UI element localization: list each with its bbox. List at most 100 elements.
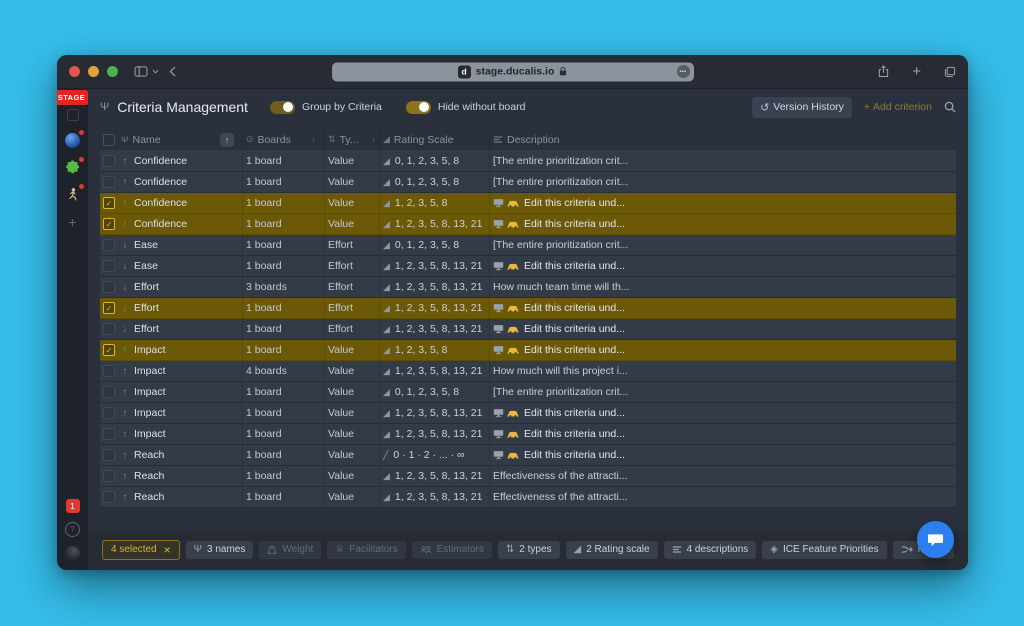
- table-row[interactable]: ✓ ↑ Confidence 1 board Value ◢ 1, 2, 3, …: [100, 193, 956, 214]
- table-row[interactable]: ↑ Reach 1 board Value ╱ 0 · 1 · 2 · ... …: [100, 445, 956, 466]
- minimize-window-button[interactable]: [88, 66, 99, 77]
- rating-scale-values: 1, 2, 3, 5, 8, 13, 21: [395, 260, 483, 272]
- table-row[interactable]: ↑ Impact 1 board Value ◢ 1, 2, 3, 5, 8, …: [100, 424, 956, 445]
- notification-count-badge[interactable]: 1: [66, 499, 80, 513]
- table-row[interactable]: ↓ Effort 3 boards Effort ◢ 1, 2, 3, 5, 8…: [100, 277, 956, 298]
- address-bar[interactable]: d stage.ducalis.io •••: [332, 62, 694, 81]
- criterion-name[interactable]: Confidence: [134, 155, 187, 167]
- row-checkbox[interactable]: [103, 155, 115, 167]
- boards-count: 1 board: [246, 323, 282, 335]
- row-checkbox[interactable]: ✓: [103, 197, 115, 209]
- criterion-name[interactable]: Ease: [134, 260, 158, 272]
- table-row[interactable]: ↓ Ease 1 board Effort ◢ 0, 1, 2, 3, 5, 8…: [100, 235, 956, 256]
- chip-3-names[interactable]: Ψ 3 names: [186, 541, 254, 559]
- chip-2-rating-scale[interactable]: ◢ 2 Rating scale: [566, 541, 658, 559]
- criterion-name[interactable]: Reach: [134, 449, 164, 461]
- criterion-name[interactable]: Effort: [134, 281, 159, 293]
- workspace-item-runner[interactable]: [65, 186, 81, 202]
- row-checkbox[interactable]: [103, 386, 115, 398]
- chip-4-selected[interactable]: 4 selected ×: [102, 540, 180, 560]
- row-checkbox[interactable]: [103, 260, 115, 272]
- user-avatar[interactable]: [65, 546, 80, 561]
- add-criterion-button[interactable]: + Add criterion: [864, 101, 932, 113]
- table-row[interactable]: ↑ Impact 1 board Value ◢ 1, 2, 3, 5, 8, …: [100, 403, 956, 424]
- table-row[interactable]: ↑ Confidence 1 board Value ◢ 0, 1, 2, 3,…: [100, 172, 956, 193]
- criterion-name[interactable]: Reach: [134, 470, 164, 482]
- column-header-type[interactable]: ⇅ Ty... ↑: [325, 129, 380, 150]
- row-checkbox[interactable]: [103, 176, 115, 188]
- chip-4-descriptions[interactable]: 4 descriptions: [664, 541, 757, 559]
- row-checkbox[interactable]: ✓: [103, 218, 115, 230]
- criterion-name[interactable]: Confidence: [134, 176, 187, 188]
- add-workspace-button[interactable]: +: [68, 214, 76, 230]
- chat-launcher-button[interactable]: [917, 521, 954, 558]
- row-checkbox[interactable]: [103, 449, 115, 461]
- table-row[interactable]: ✓ ↑ Impact 1 board Value ◢ 1, 2, 3, 5, 8…: [100, 340, 956, 361]
- table-row[interactable]: ↑ Reach 1 board Value ◢ 1, 2, 3, 5, 8, 1…: [100, 466, 956, 487]
- criterion-name[interactable]: Impact: [134, 407, 166, 419]
- weight-icon: [267, 544, 277, 555]
- help-button[interactable]: ?: [65, 522, 80, 537]
- sidebar-toggle-icon[interactable]: [134, 66, 148, 77]
- criterion-name[interactable]: Impact: [134, 386, 166, 398]
- chip-ice-feature-priorities[interactable]: ◈ ICE Feature Priorities: [762, 541, 886, 559]
- description-emoji-icons: [493, 408, 519, 418]
- close-window-button[interactable]: [69, 66, 80, 77]
- row-checkbox[interactable]: [103, 428, 115, 440]
- row-checkbox[interactable]: [103, 491, 115, 503]
- chip-estimators[interactable]: Estimators: [412, 541, 492, 559]
- sort-icon[interactable]: ↑: [312, 135, 317, 145]
- chip-facilitators[interactable]: ♕ Facilitators: [327, 541, 405, 559]
- search-icon[interactable]: [944, 101, 956, 113]
- table-row[interactable]: ↑ Confidence 1 board Value ◢ 0, 1, 2, 3,…: [100, 151, 956, 172]
- criterion-name[interactable]: Impact: [134, 344, 166, 356]
- criterion-name[interactable]: Confidence: [134, 218, 187, 230]
- share-icon[interactable]: [878, 65, 889, 78]
- workspace-item-blue[interactable]: [65, 132, 81, 148]
- column-header-name[interactable]: Ψ Name ↑: [118, 129, 243, 150]
- chip-2-types[interactable]: ⇅ 2 types: [498, 541, 560, 559]
- hide-without-board-toggle[interactable]: Hide without board: [406, 101, 526, 114]
- version-history-button[interactable]: ↺ Version History: [752, 97, 852, 118]
- column-header-description[interactable]: Description: [490, 129, 956, 150]
- criterion-name[interactable]: Effort: [134, 302, 159, 314]
- zoom-window-button[interactable]: [107, 66, 118, 77]
- row-checkbox[interactable]: [103, 365, 115, 377]
- criterion-name[interactable]: Impact: [134, 365, 166, 377]
- group-by-criteria-toggle[interactable]: Group by Criteria: [270, 101, 382, 114]
- table-row[interactable]: ↓ Ease 1 board Effort ◢ 1, 2, 3, 5, 8, 1…: [100, 256, 956, 277]
- page-options-icon[interactable]: •••: [677, 65, 690, 78]
- workspace-placeholder-icon[interactable]: [67, 109, 79, 121]
- chip-weight[interactable]: Weight: [259, 541, 321, 559]
- row-checkbox[interactable]: ✓: [103, 302, 115, 314]
- criterion-name[interactable]: Impact: [134, 428, 166, 440]
- sort-icon[interactable]: ↑: [372, 135, 377, 145]
- new-tab-button[interactable]: +: [912, 64, 921, 79]
- criterion-name[interactable]: Confidence: [134, 197, 187, 209]
- row-checkbox[interactable]: [103, 407, 115, 419]
- table-row[interactable]: ↑ Impact 4 boards Value ◢ 1, 2, 3, 5, 8,…: [100, 361, 956, 382]
- table-row[interactable]: ✓ ↓ Effort 1 board Effort ◢ 1, 2, 3, 5, …: [100, 298, 956, 319]
- table-row[interactable]: ↑ Impact 1 board Value ◢ 0, 1, 2, 3, 5, …: [100, 382, 956, 403]
- row-checkbox[interactable]: [103, 281, 115, 293]
- sort-ascending-icon[interactable]: ↑: [220, 133, 234, 147]
- column-header-boards[interactable]: ⊙ Boards ↑: [243, 129, 325, 150]
- table-row[interactable]: ↓ Effort 1 board Effort ◢ 1, 2, 3, 5, 8,…: [100, 319, 956, 340]
- table-row[interactable]: ✓ ↑ Confidence 1 board Value ◢ 1, 2, 3, …: [100, 214, 956, 235]
- tab-overview-icon[interactable]: [944, 66, 956, 78]
- row-checkbox[interactable]: [103, 470, 115, 482]
- close-icon[interactable]: ×: [164, 544, 171, 556]
- chevron-down-icon[interactable]: [152, 69, 159, 74]
- criterion-name[interactable]: Reach: [134, 491, 164, 503]
- column-header-rating-scale[interactable]: ◢ Rating Scale: [380, 129, 490, 150]
- table-row[interactable]: ↑ Reach 1 board Value ◢ 1, 2, 3, 5, 8, 1…: [100, 487, 956, 508]
- row-checkbox[interactable]: [103, 239, 115, 251]
- criterion-name[interactable]: Ease: [134, 239, 158, 251]
- plus-icon: +: [864, 101, 870, 113]
- criterion-name[interactable]: Effort: [134, 323, 159, 335]
- row-checkbox[interactable]: ✓: [103, 344, 115, 356]
- workspace-item-puzzle[interactable]: [65, 159, 81, 175]
- back-button[interactable]: [169, 66, 176, 77]
- select-all-checkbox[interactable]: [103, 134, 115, 146]
- row-checkbox[interactable]: [103, 323, 115, 335]
